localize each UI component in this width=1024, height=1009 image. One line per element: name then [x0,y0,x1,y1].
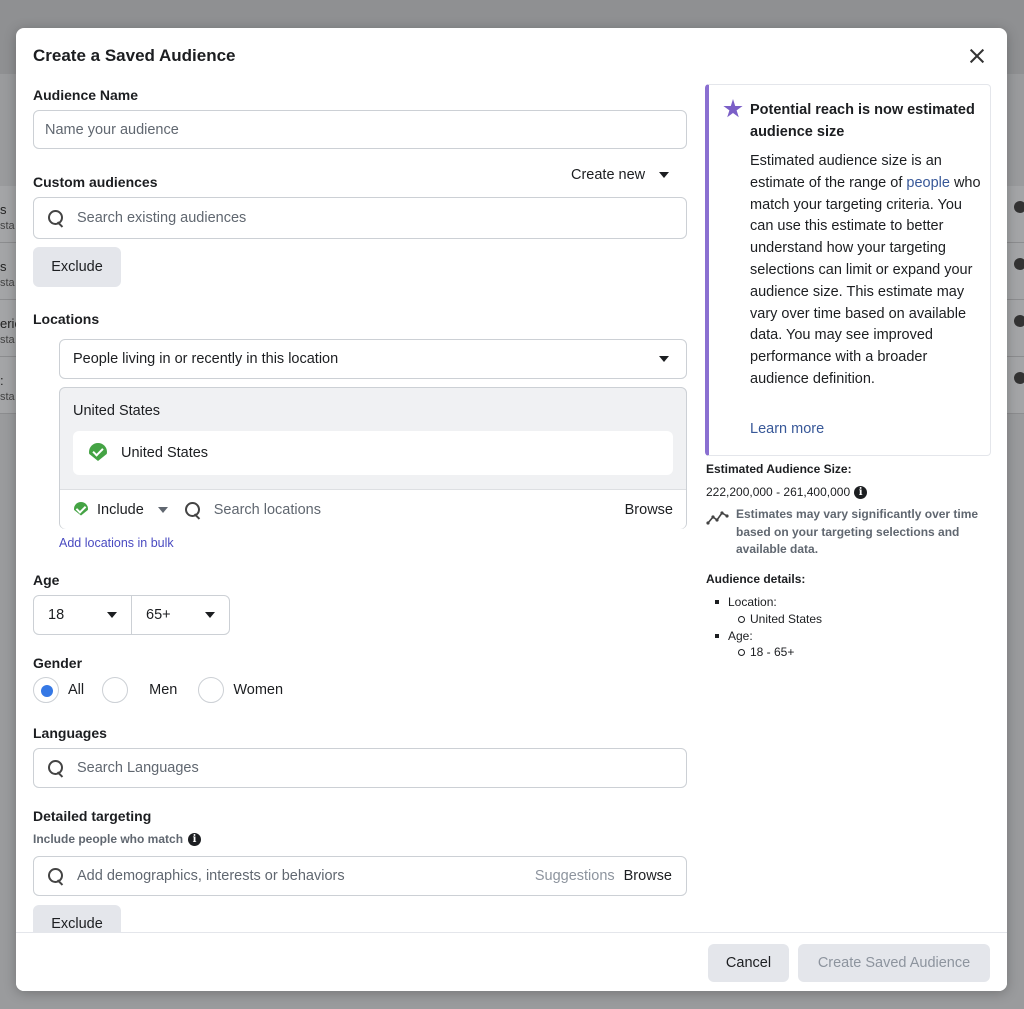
search-icon [47,209,65,227]
detailed-targeting-search-input[interactable]: Add demographics, interests or behaviors… [33,856,687,896]
close-icon[interactable] [966,45,988,67]
location-pin-icon [89,443,107,463]
location-group-title: United States [73,403,161,419]
people-link[interactable]: people [906,175,950,191]
cancel-button[interactable]: Cancel [708,944,789,982]
list-item: Age: [706,628,822,645]
custom-audiences-search-input[interactable]: Search existing audiences [33,197,687,239]
caret-down-icon[interactable] [157,506,168,513]
suggestions-button[interactable]: Suggestions [535,868,615,884]
modal-title: Create a Saved Audience [33,46,236,65]
gender-radio-group: All Men Women [33,677,301,703]
list-item: Location: [706,594,822,611]
caret-down-icon [659,356,669,362]
estimated-size-range: 222,200,000 - 261,400,000 i [706,485,868,499]
list-item: 18 - 65+ [706,644,822,661]
caret-down-icon [107,612,117,618]
custom-audiences-label: Custom audiences [33,174,158,190]
info-icon [1014,258,1024,270]
info-icon[interactable]: i [188,832,202,846]
modal-footer: Cancel Create Saved Audience [16,932,1007,991]
detailed-targeting-sublabel: Include people who match i [33,832,202,846]
browse-targeting-button[interactable]: Browse [624,868,672,884]
search-icon [184,501,202,519]
age-range: 18 65+ [33,595,230,635]
search-icon [47,759,65,777]
browse-locations-button[interactable]: Browse [625,502,673,518]
info-icon [1014,372,1024,384]
list-item: United States [706,611,822,628]
age-min-select[interactable]: 18 [34,596,131,634]
gender-men-radio[interactable] [102,677,129,703]
locations-label: Locations [33,311,100,327]
star-icon [723,99,743,118]
age-label: Age [33,572,60,588]
estimate-note: Estimates may vary significantly over ti… [736,507,979,556]
create-saved-audience-modal: Create a Saved Audience Audience Name Na… [16,28,1007,991]
estimated-size-label: Estimated Audience Size: [706,462,852,476]
gender-women-radio[interactable] [198,677,225,703]
info-icon [1014,201,1024,213]
location-type-select[interactable]: People living in or recently in this loc… [59,339,687,379]
search-icon [47,867,65,885]
include-dropdown[interactable]: Include [97,502,144,518]
audience-details-label: Audience details: [706,572,806,586]
languages-label: Languages [33,725,107,741]
info-icon [1014,315,1024,327]
add-locations-bulk-link[interactable]: Add locations in bulk [59,536,174,550]
notice-title: Potential reach is now estimated audienc… [750,102,975,140]
trend-icon [706,511,729,525]
location-search-input[interactable]: Search locations [214,502,321,518]
age-max-select[interactable]: 65+ [131,596,229,634]
exclude-custom-audiences-button[interactable]: Exclude [33,247,121,287]
notice-body: Estimated audience size is an estimate o… [750,153,981,387]
audience-details-list: Location: United States Age: 18 - 65+ [706,594,822,661]
location-list: United States United States Include Sear… [59,387,687,529]
location-search-bar: Include Search locations Browse [60,489,686,529]
gender-label: Gender [33,655,83,671]
create-saved-audience-button[interactable]: Create Saved Audience [798,944,990,982]
audience-name-input[interactable]: Name your audience [33,110,687,149]
caret-down-icon [659,172,670,178]
learn-more-link[interactable]: Learn more [750,421,824,437]
estimated-size-notice: Potential reach is now estimated audienc… [705,84,991,456]
detailed-targeting-label: Detailed targeting [33,808,152,824]
location-chip[interactable]: United States [73,431,673,475]
languages-search-input[interactable]: Search Languages [33,748,687,788]
info-icon[interactable]: i [854,485,868,499]
create-new-dropdown[interactable]: Create new [571,167,670,183]
gender-all-radio[interactable] [33,677,59,703]
location-pin-icon [74,502,88,518]
caret-down-icon [205,612,215,618]
audience-name-label: Audience Name [33,87,139,103]
